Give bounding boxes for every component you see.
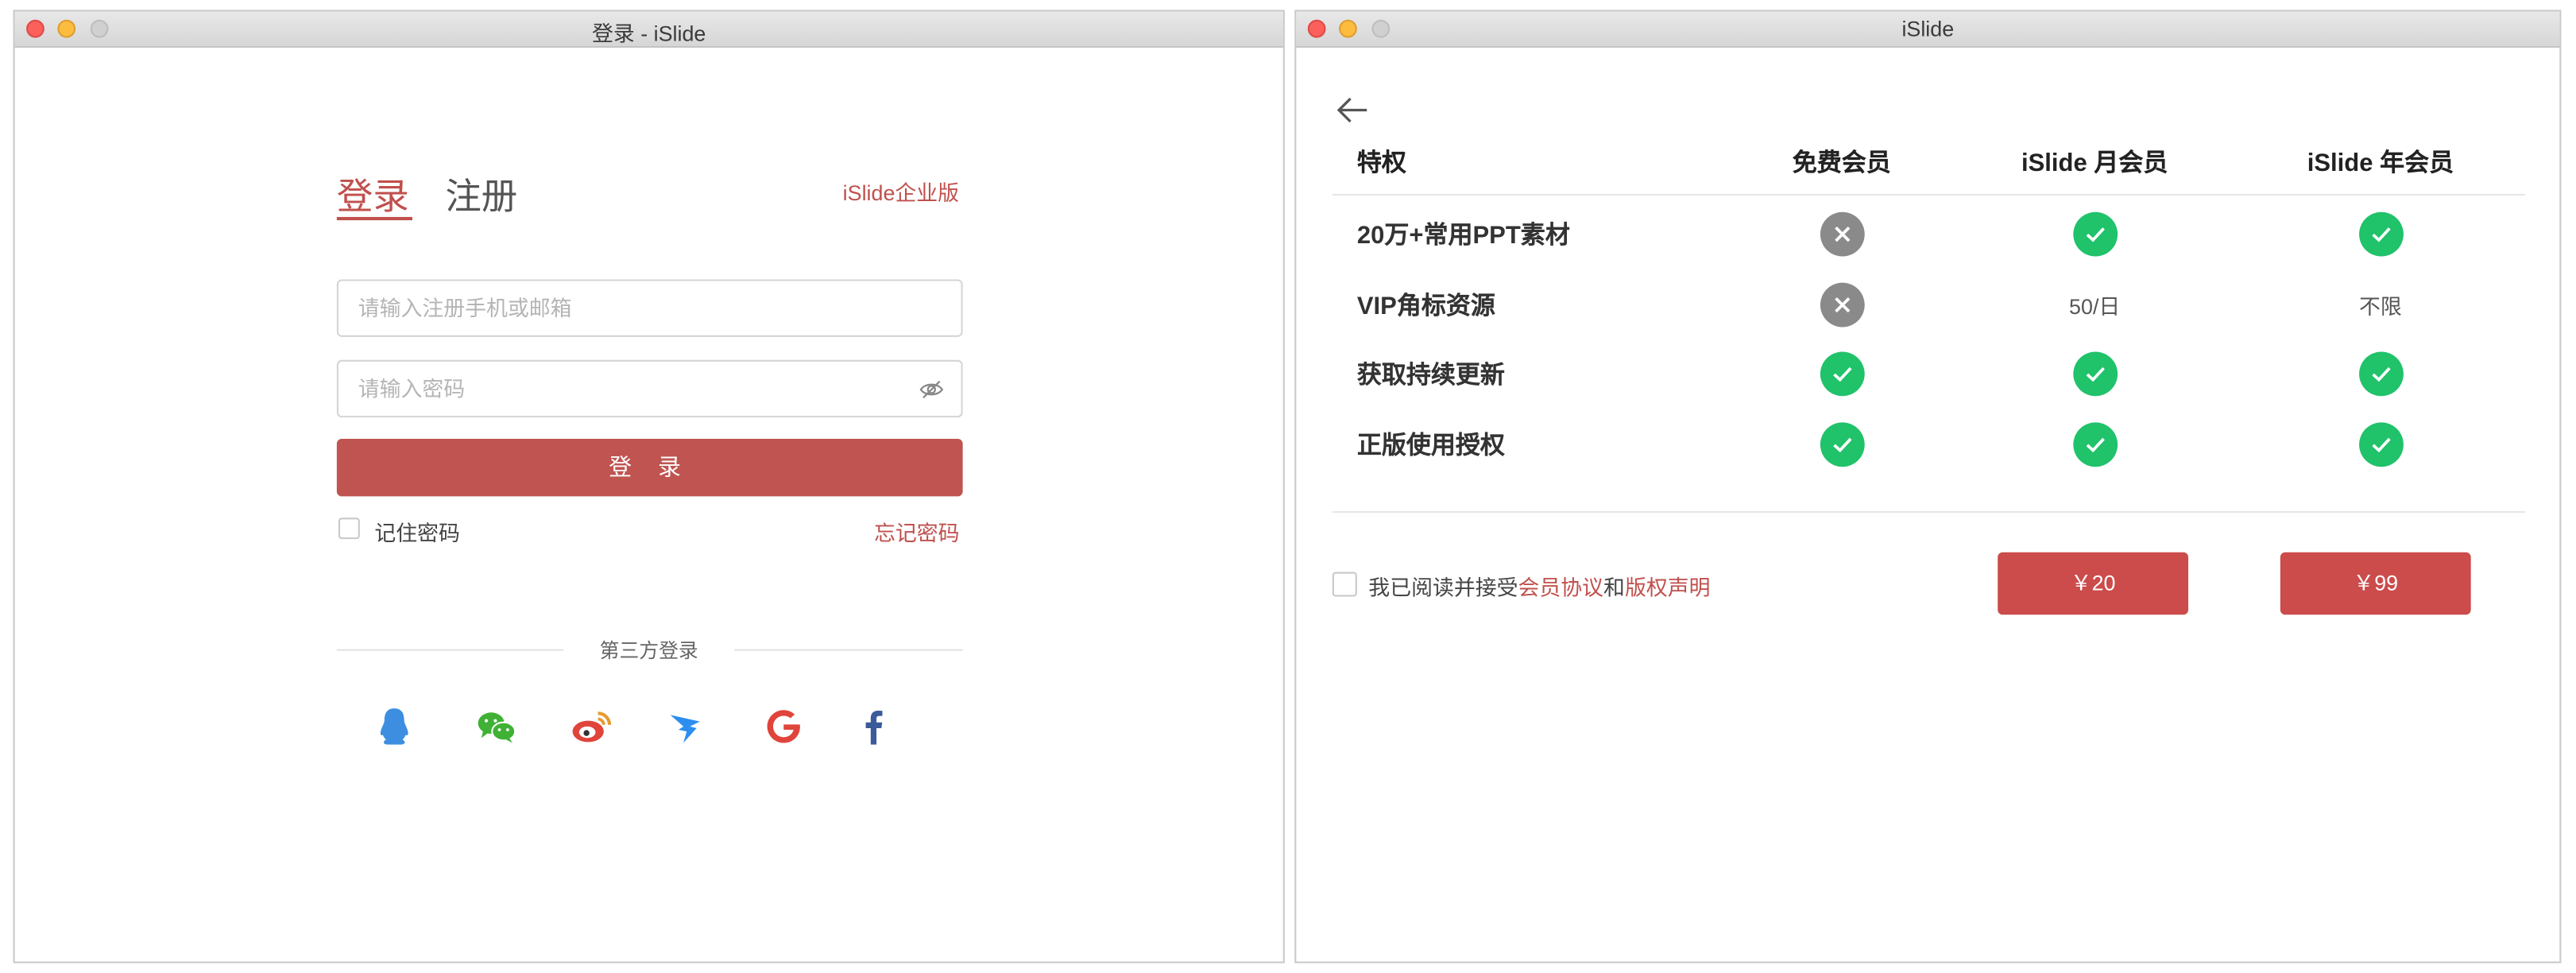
- check-icon: [2072, 211, 2118, 256]
- forgot-password-link[interactable]: 忘记密码: [874, 516, 960, 547]
- tab-login[interactable]: 登录: [337, 168, 409, 220]
- agree-and: 和: [1603, 575, 1625, 600]
- benefit-cell-monthly: [1979, 211, 2209, 257]
- qq-icon[interactable]: [369, 702, 419, 751]
- benefit-cell-free: [1727, 350, 1956, 396]
- dingtalk-icon[interactable]: [662, 702, 711, 751]
- check-icon: [2358, 351, 2403, 396]
- login-window: 登录 - iSlide 登录 注册 iSlide企业版 登 录 记住密码 忘记密…: [13, 10, 1285, 963]
- membership-window: iSlide 特权 免费会员 iSlide 月会员 iSlide 年会员 20万…: [1294, 10, 2562, 963]
- third-party-label: 第三方登录: [599, 639, 698, 663]
- x-icon: [1819, 281, 1864, 327]
- header-monthly: iSlide 月会员: [2021, 149, 2168, 178]
- login-window-title: 登录 - iSlide: [591, 21, 706, 46]
- weibo-icon[interactable]: [567, 702, 616, 751]
- buy-yearly-button[interactable]: ￥99: [2280, 552, 2471, 615]
- screenshot-root: 登录 - iSlide 登录 注册 iSlide企业版 登 录 记住密码 忘记密…: [0, 0, 2576, 973]
- enterprise-link[interactable]: iSlide企业版: [843, 176, 959, 207]
- login-titlebar: 登录 - iSlide: [14, 11, 1283, 48]
- google-icon[interactable]: [759, 702, 808, 751]
- benefit-feature-label: 正版使用授权: [1356, 432, 1505, 460]
- facebook-icon[interactable]: [849, 702, 899, 751]
- benefit-quota-text: 50/日: [2069, 293, 2121, 319]
- password-field: [336, 359, 963, 418]
- wechat-icon[interactable]: [471, 702, 520, 751]
- tab-register[interactable]: 注册: [445, 168, 517, 220]
- header-free: 免费会员: [1792, 149, 1891, 178]
- check-icon: [1819, 421, 1864, 467]
- header-divider: [1332, 193, 2525, 196]
- membership-titlebar: iSlide: [1296, 11, 2560, 48]
- password-input[interactable]: [338, 361, 920, 417]
- benefit-feature-label: 20万+常用PPT素材: [1356, 222, 1570, 250]
- eye-hidden-icon[interactable]: [919, 376, 945, 402]
- benefit-cell-monthly: [1979, 421, 2209, 467]
- divider-left: [336, 649, 564, 651]
- check-icon: [2358, 421, 2403, 467]
- benefit-cell-yearly: [2265, 421, 2495, 467]
- remember-label: 记住密码: [374, 521, 460, 546]
- account-field: [336, 279, 963, 337]
- benefit-quota-text: 不限: [2359, 293, 2402, 319]
- divider-right: [734, 649, 963, 651]
- membership-window-title: iSlide: [1901, 16, 1955, 41]
- benefit-cell-yearly: [2265, 350, 2495, 396]
- benefit-feature-label: 获取持续更新: [1356, 361, 1505, 390]
- buy-monthly-button[interactable]: ￥20: [1998, 552, 2189, 615]
- check-icon: [2072, 351, 2118, 396]
- remember-checkbox[interactable]: [338, 518, 360, 540]
- check-icon: [2358, 211, 2403, 256]
- check-icon: [2072, 421, 2118, 467]
- member-agreement-link[interactable]: 会员协议: [1518, 576, 1603, 600]
- header-yearly: iSlide 年会员: [2307, 149, 2454, 178]
- agree-checkbox[interactable]: [1332, 572, 1357, 597]
- tab-active-underline: [336, 216, 412, 221]
- table-bottom-divider: [1332, 511, 2525, 514]
- header-feature: 特权: [1356, 149, 1406, 178]
- benefit-cell-free: [1727, 421, 1956, 467]
- benefit-cell-yearly: [2265, 211, 2495, 257]
- agree-text: 我已阅读并接受会员协议和版权声明: [1368, 570, 1710, 601]
- login-button[interactable]: 登 录: [336, 439, 963, 497]
- check-icon: [1819, 351, 1864, 396]
- benefit-cell-free: [1727, 281, 1956, 328]
- back-arrow-icon[interactable]: [1336, 94, 1368, 126]
- x-icon: [1819, 211, 1864, 256]
- benefit-feature-label: VIP角标资源: [1356, 293, 1495, 321]
- benefit-cell-monthly: 50/日: [1979, 281, 2209, 328]
- account-input[interactable]: [338, 281, 920, 335]
- agree-prefix: 我已阅读并接受: [1368, 575, 1518, 600]
- benefit-cell-free: [1727, 211, 1956, 257]
- benefit-cell-yearly: 不限: [2265, 281, 2495, 328]
- copyright-statement-link[interactable]: 版权声明: [1625, 576, 1711, 600]
- benefit-cell-monthly: [1979, 350, 2209, 396]
